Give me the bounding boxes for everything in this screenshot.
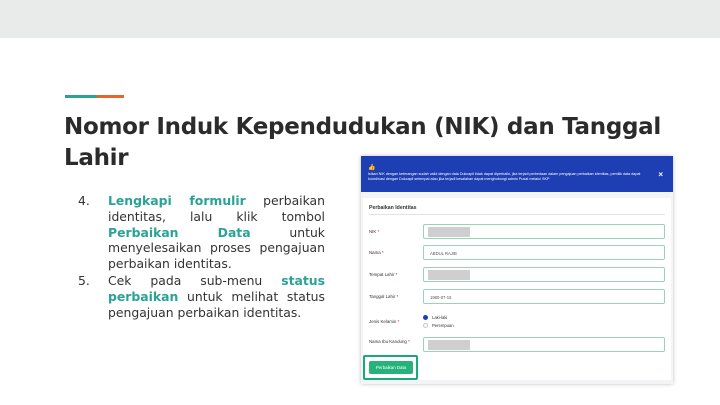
field-nik: NIK *: [369, 224, 665, 240]
field-nama-ibu: Nama Ibu Kandung *: [369, 337, 665, 353]
label-text: Tempat Lahir: [369, 272, 395, 277]
required-mark: *: [396, 294, 399, 299]
radio-label: Perempuan: [432, 323, 454, 328]
step-item: 4. Lengkapi formulir perbaikan identitas…: [78, 193, 325, 272]
highlight-text: Perbaikan Data: [108, 224, 251, 240]
section-title: Perbaikan Identitas: [369, 205, 417, 211]
highlight-text: Lengkapi formulir: [108, 193, 246, 208]
nama-input[interactable]: ABDUL RAJIB: [423, 245, 665, 260]
thumbs-up-icon: 👍: [368, 165, 376, 171]
field-tanggal-lahir: Tanggal Lahir * 1980-07-15: [369, 289, 665, 305]
header-band: [0, 0, 720, 38]
label-text: Nama: [369, 250, 381, 255]
title-accent-bar: [65, 95, 124, 98]
label-text: Jenis Kelamin: [369, 319, 397, 324]
label-text: NIK: [369, 229, 377, 234]
radio-empty-icon: [423, 323, 428, 328]
required-mark: *: [377, 229, 380, 234]
field-label: Nama *: [369, 250, 419, 255]
label-text: Nama Ibu Kandung: [369, 339, 407, 344]
divider: [369, 214, 665, 215]
step-number: 4.: [78, 193, 90, 208]
required-mark: *: [395, 272, 398, 277]
field-tempat-lahir: Tempat Lahir *: [369, 267, 665, 283]
radio-label: Laki-laki: [432, 315, 448, 320]
step-text: Lengkapi formulir perbaikan identitas, l…: [108, 193, 325, 272]
step-text: Cek pada sub-menu status perbaikan untuk…: [108, 273, 325, 320]
radio-laki-laki[interactable]: Laki-laki: [423, 315, 447, 320]
radio-selected-icon: [423, 315, 428, 320]
radio-perempuan[interactable]: Perempuan: [423, 323, 454, 328]
field-jenis-kelamin: Jenis Kelamin * Laki-laki Perempuan: [369, 311, 665, 333]
tempat-lahir-input[interactable]: [423, 267, 665, 282]
redacted-value: [428, 340, 470, 350]
field-label: NIK *: [369, 229, 419, 234]
form-screenshot: 👍 Isikan NIK dengan keterangan sudah val…: [361, 156, 673, 384]
nik-input[interactable]: [423, 224, 665, 239]
step-item: 5. Cek pada sub-menu status perbaikan un…: [78, 273, 325, 320]
redacted-value: [428, 227, 470, 237]
accent-teal: [65, 95, 97, 98]
required-mark: *: [408, 339, 410, 344]
field-label: Jenis Kelamin *: [369, 319, 419, 324]
tanggal-lahir-input[interactable]: 1980-07-15: [423, 289, 665, 304]
field-label: Nama Ibu Kandung *: [369, 339, 419, 344]
close-icon[interactable]: ×: [658, 170, 663, 179]
label-text: Tanggal Lahir: [369, 294, 396, 299]
form-panel: Perbaikan Identitas NIK * Nama * ABDUL R…: [363, 198, 671, 380]
perbaikan-data-button[interactable]: Perbaikan Data: [369, 361, 413, 374]
nama-ibu-input[interactable]: [423, 337, 665, 352]
step-number: 5.: [78, 272, 90, 288]
steps-list: 4. Lengkapi formulir perbaikan identitas…: [78, 193, 325, 321]
banner-text: Isikan NIK dengan keterangan sudah valid…: [368, 172, 641, 181]
field-label: Tanggal Lahir *: [369, 294, 419, 299]
required-mark: *: [381, 250, 384, 255]
field-nama: Nama * ABDUL RAJIB: [369, 245, 665, 261]
redacted-value: [428, 270, 470, 280]
step-text-part: Cek pada sub-menu: [108, 272, 282, 288]
accent-orange: [97, 95, 124, 98]
required-mark: *: [397, 319, 400, 324]
info-banner: 👍 Isikan NIK dengan keterangan sudah val…: [361, 156, 673, 192]
field-label: Tempat Lahir *: [369, 272, 419, 277]
